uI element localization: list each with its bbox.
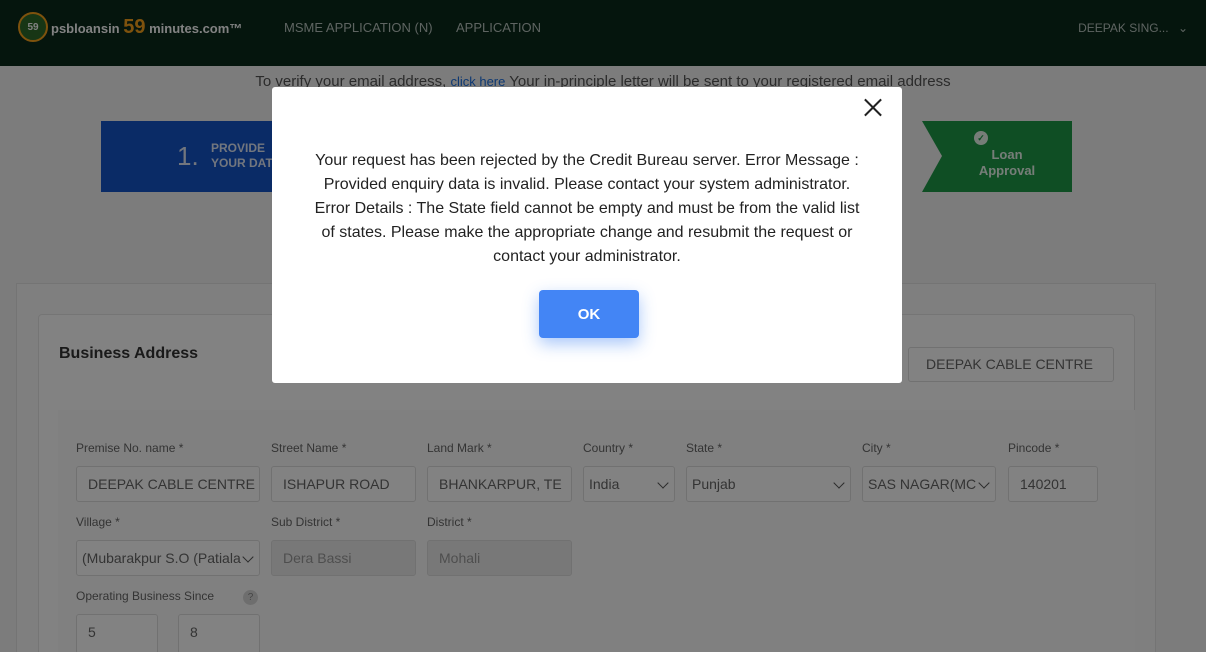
close-icon[interactable] (863, 97, 883, 117)
error-dialog: Your request has been rejected by the Cr… (272, 87, 902, 383)
error-message: Your request has been rejected by the Cr… (314, 152, 860, 265)
ok-button[interactable]: OK (539, 290, 639, 338)
